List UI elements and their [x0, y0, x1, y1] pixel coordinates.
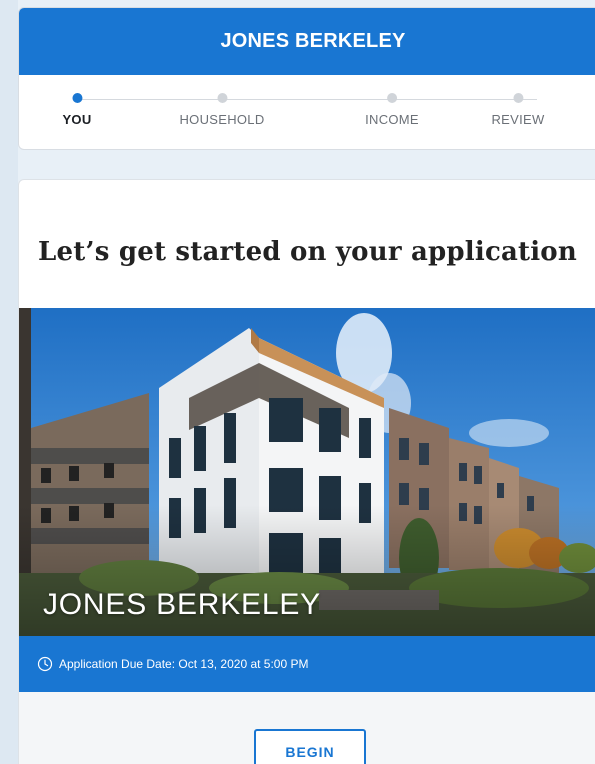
step-dot-active: [71, 93, 82, 103]
step-you[interactable]: YOU: [62, 93, 91, 127]
step-review[interactable]: REVIEW: [491, 93, 544, 127]
progress-stepper: YOU HOUSEHOLD INCOME REVIEW: [19, 75, 595, 149]
begin-section: BEGIN: [19, 692, 595, 764]
step-dot: [217, 93, 227, 103]
step-label: YOU: [62, 112, 92, 127]
step-dot: [513, 93, 523, 103]
step-household[interactable]: HOUSEHOLD: [179, 93, 264, 127]
page-heading: Let’s get started on your application: [38, 237, 577, 267]
header-bar: JONES BERKELEY: [19, 8, 595, 75]
step-dot: [387, 93, 397, 103]
step-label: HOUSEHOLD: [179, 112, 265, 127]
property-title: JONES BERKELEY: [220, 30, 406, 52]
hero-property-name: JONES BERKELEY: [43, 588, 321, 621]
step-label: REVIEW: [491, 112, 545, 127]
building-photo: [19, 308, 595, 636]
property-hero-image: JONES BERKELEY: [19, 308, 595, 636]
application-header-card: JONES BERKELEY YOU HOUSEHOLD INCOME REVI…: [18, 7, 595, 150]
application-start-card: Let’s get started on your application JO…: [18, 179, 595, 764]
clock-icon: [37, 656, 53, 672]
begin-button[interactable]: BEGIN: [254, 729, 366, 764]
due-date-bar: Application Due Date: Oct 13, 2020 at 5:…: [19, 636, 595, 692]
step-label: INCOME: [365, 112, 419, 127]
step-income[interactable]: INCOME: [365, 93, 419, 127]
left-rail: [0, 0, 18, 764]
stepper-line: [77, 99, 537, 100]
due-date-text: Application Due Date: Oct 13, 2020 at 5:…: [59, 657, 309, 671]
